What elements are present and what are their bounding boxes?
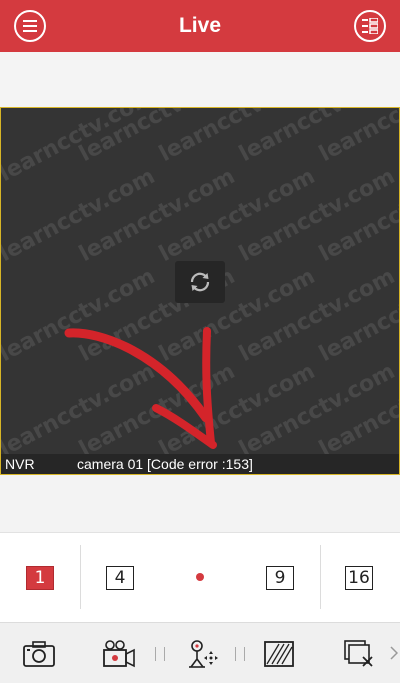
chevron-right-icon[interactable] bbox=[390, 646, 398, 660]
watermark-text: learncctv.com bbox=[0, 163, 160, 268]
page-title: Live bbox=[178, 14, 222, 37]
camera-snapshot-icon[interactable] bbox=[22, 639, 56, 669]
record-video-icon[interactable] bbox=[102, 639, 136, 669]
watermark-text: learncctv.com bbox=[235, 163, 400, 268]
hamburger-menu-icon[interactable] bbox=[14, 10, 46, 42]
top-spacer bbox=[0, 52, 400, 107]
bottom-toolbar bbox=[0, 622, 400, 683]
layout-selector: 1 4 9 16 bbox=[0, 532, 400, 622]
watermark-text: learncctv.com bbox=[315, 263, 400, 368]
mid-spacer bbox=[0, 475, 400, 532]
refresh-icon[interactable] bbox=[175, 261, 225, 303]
device-name: NVR bbox=[5, 456, 35, 472]
red-arrow-annotation bbox=[64, 327, 217, 449]
watermark-text: learncctv.com bbox=[75, 163, 240, 268]
watermark-text: learncctv.com bbox=[315, 358, 400, 463]
page-dot-icon bbox=[196, 573, 204, 581]
watermark-text: learncctv.com bbox=[235, 107, 400, 168]
error-message: camera 01 [Code error :153] bbox=[77, 456, 253, 472]
watermark-text: learncctv.com bbox=[235, 263, 400, 368]
toolbar-separator bbox=[155, 647, 165, 661]
watermark-text: learncctv.com bbox=[155, 107, 320, 168]
divider bbox=[80, 545, 81, 609]
toolbar-separator bbox=[235, 647, 245, 661]
layout-1-button[interactable]: 1 bbox=[26, 566, 54, 590]
close-all-icon[interactable] bbox=[342, 639, 376, 669]
layout-16-button[interactable]: 16 bbox=[345, 566, 373, 590]
divider bbox=[320, 545, 321, 609]
watermark-text: learncctv.com bbox=[235, 358, 400, 463]
watermark-text: learncctv.com bbox=[315, 163, 400, 268]
live-video-window[interactable]: learncctv.com learncctv.com learncctv.co… bbox=[0, 107, 400, 475]
watermark-text: learncctv.com bbox=[155, 163, 320, 268]
layout-9-button[interactable]: 9 bbox=[266, 566, 294, 590]
watermark-text: learncctv.com bbox=[75, 107, 240, 168]
image-quality-icon[interactable] bbox=[262, 639, 296, 669]
watermark-text: learncctv.com bbox=[315, 107, 400, 168]
ptz-control-icon[interactable] bbox=[186, 639, 220, 669]
layout-4-button[interactable]: 4 bbox=[106, 566, 134, 590]
watermark-text: learncctv.com bbox=[0, 107, 160, 188]
video-status-bar: NVR camera 01 [Code error :153] bbox=[1, 454, 399, 474]
device-list-icon[interactable] bbox=[354, 10, 386, 42]
app-header: Live bbox=[0, 0, 400, 52]
